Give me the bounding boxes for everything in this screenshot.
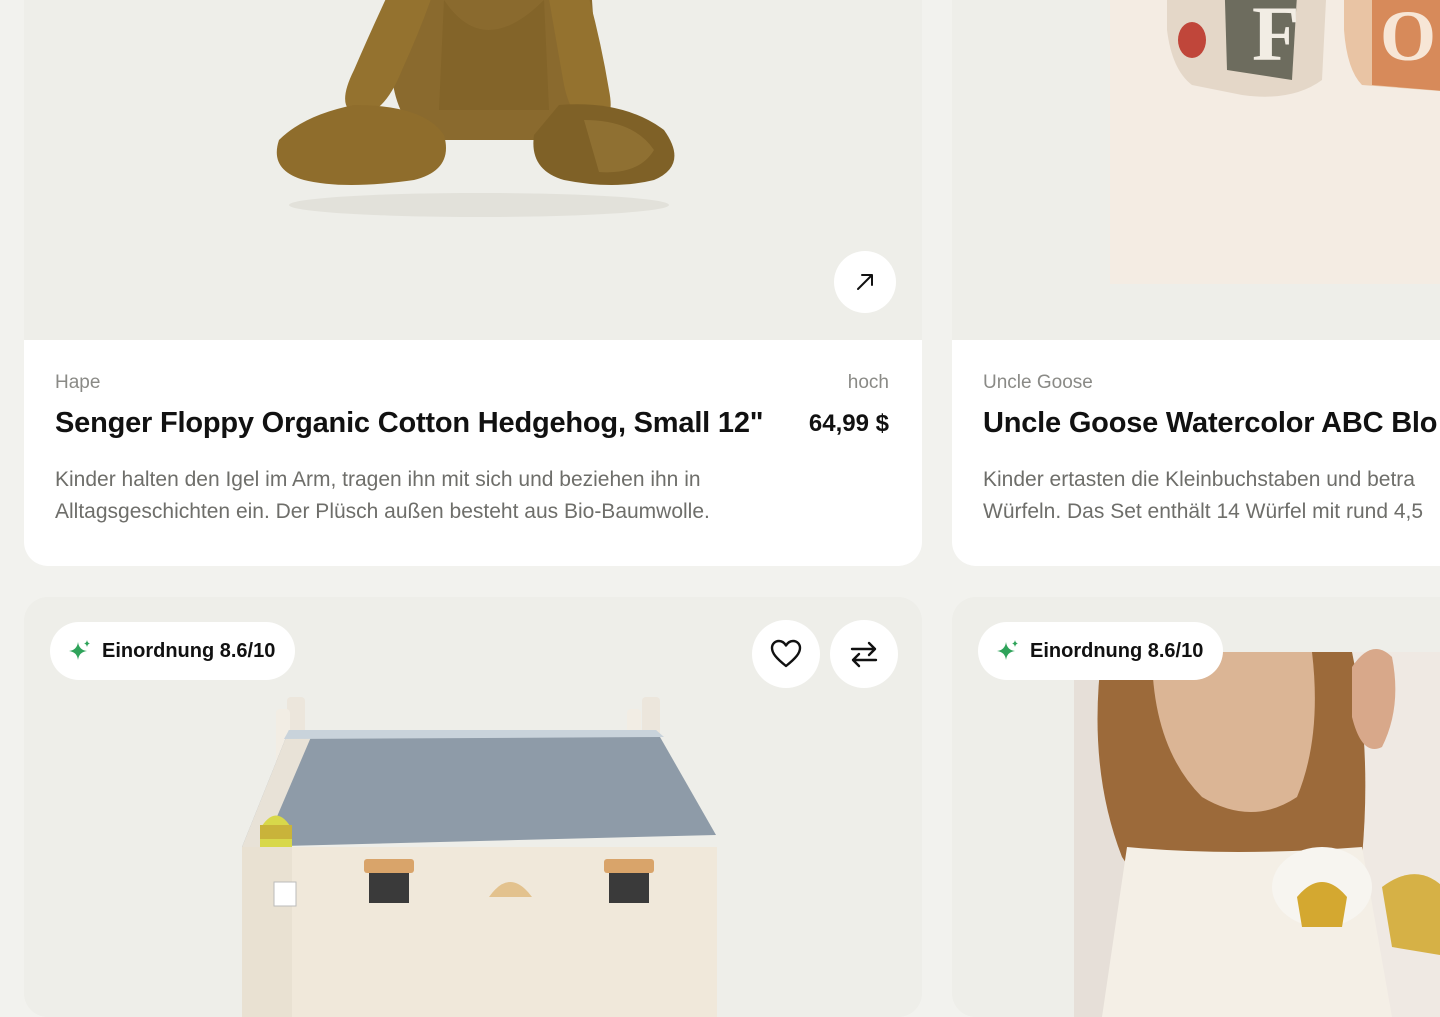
product-brand: Uncle Goose <box>983 372 1093 393</box>
product-card[interactable]: Hape hoch Senger Floppy Organic Cotton H… <box>24 0 922 566</box>
plush-toy-image <box>276 0 675 217</box>
description-line: Kinder ertasten die Kleinbuchstaben und … <box>983 468 1415 491</box>
arrow-up-right-icon <box>854 271 876 293</box>
product-brand: Hape <box>55 372 101 393</box>
product-image[interactable]: F O <box>952 0 1440 340</box>
favorite-button[interactable] <box>752 620 820 688</box>
product-card[interactable]: Einordnung 8.6/10 <box>24 597 922 1017</box>
sparkle-icon <box>68 639 92 663</box>
compare-button[interactable] <box>830 620 898 688</box>
rating-badge: Einordnung 8.6/10 <box>978 622 1224 680</box>
product-image[interactable] <box>24 0 922 340</box>
compare-arrows-icon <box>849 640 879 668</box>
heart-icon <box>770 639 802 669</box>
product-description: Kinder ertasten die Kleinbuchstaben und … <box>983 464 1440 528</box>
description-line: Würfeln. Das Set enthält 14 Würfel mit r… <box>983 500 1424 523</box>
rating-label: Einordnung 8.6/10 <box>1030 639 1204 662</box>
svg-text:F: F <box>1252 0 1300 77</box>
product-price: 64,99 $ <box>808 410 889 437</box>
product-age-label: hoch <box>847 372 889 393</box>
product-title[interactable]: Uncle Goose Watercolor ABC Blo <box>983 407 1438 440</box>
product-info: Uncle Goose Uncle Goose Watercolor ABC B… <box>952 340 1440 566</box>
rating-badge: Einordnung 8.6/10 <box>50 622 296 680</box>
alphabet-blocks-image: F O <box>1110 0 1440 284</box>
product-info: Hape hoch Senger Floppy Organic Cotton H… <box>24 340 922 566</box>
product-card[interactable]: F O Uncle Goose Uncle Goose Watercolor A… <box>952 0 1440 566</box>
rating-label: Einordnung 8.6/10 <box>102 639 276 662</box>
sparkle-icon <box>996 639 1020 663</box>
product-title[interactable]: Senger Floppy Organic Cotton Hedgehog, S… <box>55 407 763 440</box>
svg-text:O: O <box>1380 0 1436 76</box>
product-description: Kinder halten den Igel im Arm, tragen ih… <box>55 468 710 523</box>
open-product-button[interactable] <box>834 251 896 313</box>
product-card[interactable]: Einordnung 8.6/10 <box>952 597 1440 1017</box>
